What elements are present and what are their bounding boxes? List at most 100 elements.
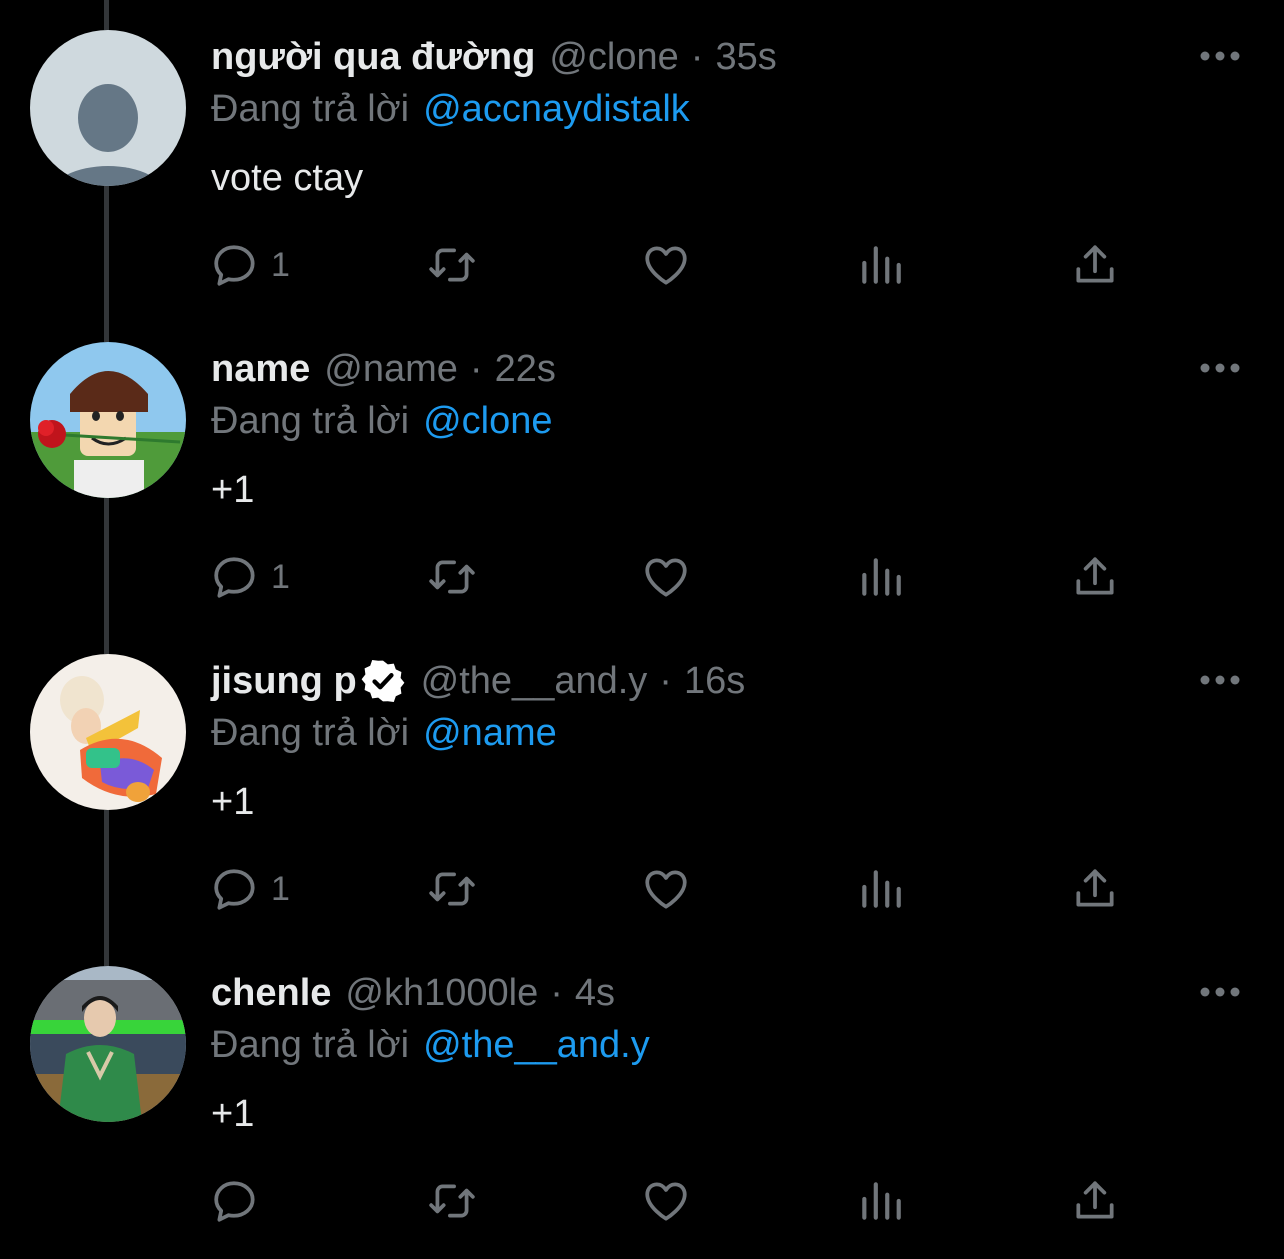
like-icon (645, 1182, 687, 1221)
tweet-header: chenle @kh1000le · 4s (211, 970, 615, 1016)
user-handle[interactable]: @clone (549, 34, 678, 80)
views-button[interactable] (856, 240, 906, 290)
retweet-icon (429, 872, 475, 906)
tweet-actions: 1 (0, 864, 1284, 914)
replying-to: Đang trả lời @the__and.y (211, 1022, 650, 1068)
display-name[interactable]: name (211, 346, 310, 392)
reply-icon (214, 557, 255, 598)
replying-to-mention[interactable]: @accnaydistalk (423, 88, 690, 130)
tweet-text: vote ctay (211, 157, 364, 199)
reply-icon (214, 869, 255, 910)
timestamp[interactable]: 4s (575, 970, 615, 1016)
timestamp[interactable]: 16s (684, 658, 745, 704)
tweet-actions: 1 (0, 240, 1284, 290)
more-icon (1200, 51, 1240, 61)
views-button[interactable] (856, 1176, 906, 1226)
tweet-text: +1 (211, 1093, 255, 1135)
tweet[interactable]: chenle @kh1000le · 4s Đang trả lời @the__… (0, 936, 1284, 1248)
person-in-green-sweater-by-river (30, 966, 186, 1122)
roblox-character-with-rose (30, 342, 186, 498)
more-icon (1200, 363, 1240, 373)
views-icon (862, 870, 901, 908)
like-icon (645, 870, 687, 909)
tweet-text: +1 (211, 469, 255, 511)
like-icon (645, 246, 687, 285)
views-button[interactable] (856, 552, 906, 602)
reply-count: 1 (271, 557, 290, 596)
tweet[interactable]: jisung p @the__and.y · 16s Đang trả lời @… (0, 624, 1284, 936)
avatar[interactable] (30, 654, 186, 810)
replying-to-label: Đang trả lời (211, 712, 410, 754)
more-icon (1200, 675, 1240, 685)
default-avatar (30, 30, 186, 186)
reply-icon (214, 1181, 255, 1222)
share-button[interactable] (1070, 552, 1120, 602)
tweet-header: jisung p @the__and.y · 16s (211, 658, 745, 704)
user-handle[interactable]: @kh1000le (345, 970, 538, 1016)
display-name[interactable]: jisung p (211, 658, 357, 704)
more-options-button[interactable] (1196, 978, 1244, 1006)
replying-to-mention[interactable]: @name (423, 712, 557, 754)
retweet-icon (429, 248, 475, 282)
views-icon (862, 246, 901, 284)
tweet[interactable]: người qua đường @clone · 35s Đang trả lờ… (0, 0, 1284, 312)
tweet-actions (0, 1176, 1284, 1226)
reply-count: 1 (271, 869, 290, 908)
separator: · (659, 660, 672, 702)
like-button[interactable] (641, 864, 691, 914)
views-icon (862, 558, 901, 596)
more-options-button[interactable] (1196, 42, 1244, 70)
replying-to-label: Đang trả lời (211, 1024, 410, 1066)
reply-button[interactable]: 1 (211, 864, 290, 914)
avatar[interactable] (30, 342, 186, 498)
timestamp[interactable]: 22s (495, 346, 556, 392)
replying-to-label: Đang trả lời (211, 400, 410, 442)
avatar[interactable] (30, 966, 186, 1122)
retweet-button[interactable] (427, 864, 477, 914)
like-icon (645, 558, 687, 597)
reply-button[interactable] (211, 1176, 271, 1226)
replying-to-label: Đang trả lời (211, 88, 410, 130)
replying-to-mention[interactable]: @the__and.y (423, 1024, 650, 1066)
retweet-button[interactable] (427, 552, 477, 602)
replying-to: Đang trả lời @clone (211, 398, 553, 444)
more-options-button[interactable] (1196, 666, 1244, 694)
separator: · (550, 972, 563, 1014)
reply-count: 1 (271, 245, 290, 284)
share-icon (1076, 869, 1114, 907)
retweet-icon (429, 1184, 475, 1218)
tweet-actions: 1 (0, 552, 1284, 602)
replying-to-mention[interactable]: @clone (423, 400, 552, 442)
display-name[interactable]: người qua đường (211, 34, 535, 80)
retweet-button[interactable] (427, 1176, 477, 1226)
views-button[interactable] (856, 864, 906, 914)
user-handle[interactable]: @the__and.y (421, 658, 648, 704)
tweet-header: người qua đường @clone · 35s (211, 34, 777, 80)
share-icon (1076, 1181, 1114, 1219)
like-button[interactable] (641, 240, 691, 290)
reply-button[interactable]: 1 (211, 552, 290, 602)
tweet[interactable]: name @name · 22s Đang trả lời @clone +1 1 (0, 312, 1284, 624)
replying-to: Đang trả lời @name (211, 710, 557, 756)
tweet-text: +1 (211, 781, 255, 823)
avatar[interactable] (30, 30, 186, 186)
share-button[interactable] (1070, 864, 1120, 914)
display-name[interactable]: chenle (211, 970, 331, 1016)
share-icon (1076, 245, 1114, 283)
share-icon (1076, 557, 1114, 595)
user-handle[interactable]: @name (324, 346, 458, 392)
timestamp[interactable]: 35s (715, 34, 776, 80)
verified-badge-icon (359, 657, 407, 705)
share-button[interactable] (1070, 1176, 1120, 1226)
views-icon (862, 1182, 901, 1220)
person-in-colorful-sweater (30, 654, 186, 810)
reply-icon (214, 245, 255, 286)
more-options-button[interactable] (1196, 354, 1244, 382)
share-button[interactable] (1070, 240, 1120, 290)
like-button[interactable] (641, 552, 691, 602)
reply-button[interactable]: 1 (211, 240, 290, 290)
separator: · (469, 348, 483, 390)
more-icon (1200, 987, 1240, 997)
like-button[interactable] (641, 1176, 691, 1226)
retweet-button[interactable] (427, 240, 477, 290)
